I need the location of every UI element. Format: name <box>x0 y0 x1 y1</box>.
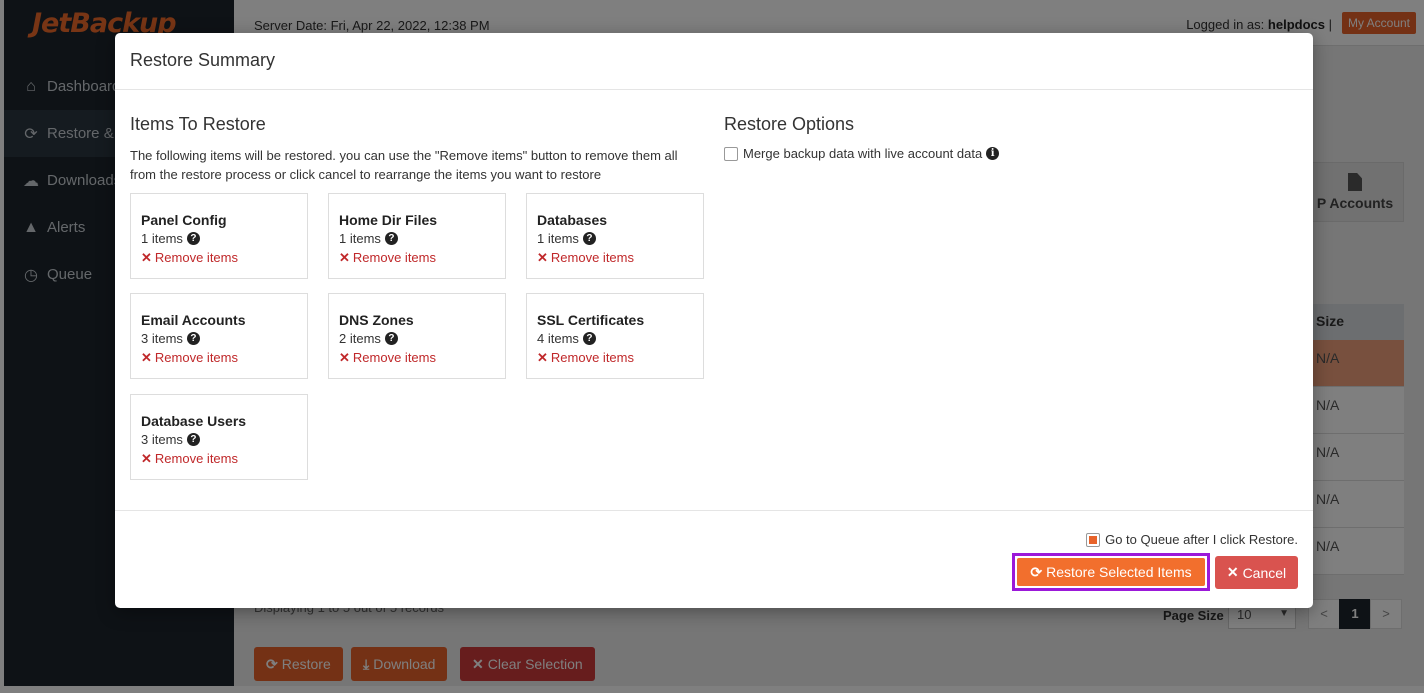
modal-header: Restore Summary <box>115 33 1313 90</box>
restore-card-panel-config: Panel Config 1 items? ✕ Remove items <box>130 193 308 279</box>
remove-items-link[interactable]: ✕ Remove items <box>141 349 307 366</box>
card-count: 3 items? <box>141 330 307 347</box>
restore-selected-items-button[interactable]: ⟳ Restore Selected Items <box>1017 558 1205 586</box>
close-icon: ✕ <box>1226 564 1239 580</box>
question-icon[interactable]: ? <box>186 433 200 446</box>
queue-checkbox[interactable] <box>1086 532 1101 547</box>
count-text: 4 items <box>537 331 579 346</box>
restore-card-databases: Databases 1 items? ✕ Remove items <box>526 193 704 279</box>
remove-label: Remove items <box>550 250 634 265</box>
queue-label: Go to Queue after I click Restore. <box>1105 532 1298 547</box>
modal-footer: Go to Queue after I click Restore. ⟳ Res… <box>115 510 1313 608</box>
close-icon: ✕ <box>339 250 350 265</box>
card-count: 4 items? <box>537 330 703 347</box>
merge-checkbox[interactable] <box>724 146 738 161</box>
remove-items-link[interactable]: ✕ Remove items <box>339 349 505 366</box>
count-text: 3 items <box>141 331 183 346</box>
close-icon: ✕ <box>537 250 548 265</box>
question-icon[interactable]: ? <box>384 232 398 245</box>
count-text: 1 items <box>339 231 381 246</box>
merge-option: Merge backup data with live account data… <box>724 146 1000 161</box>
modal-body: Items To Restore The following items wil… <box>115 90 1313 510</box>
options-heading: Restore Options <box>724 114 855 134</box>
cancel-label: Cancel <box>1242 564 1287 581</box>
remove-items-link[interactable]: ✕ Remove items <box>141 249 307 266</box>
card-title: DNS Zones <box>339 312 414 328</box>
remove-label: Remove items <box>352 350 436 365</box>
card-count: 3 items? <box>141 431 307 448</box>
restore-selected-label: Restore Selected Items <box>1046 564 1192 580</box>
remove-label: Remove items <box>154 350 238 365</box>
count-text: 2 items <box>339 331 381 346</box>
restore-card-ssl-certificates: SSL Certificates 4 items? ✕ Remove items <box>526 293 704 379</box>
count-text: 1 items <box>537 231 579 246</box>
items-heading: Items To Restore <box>130 114 266 134</box>
question-icon[interactable]: ? <box>384 332 398 345</box>
remove-items-link[interactable]: ✕ Remove items <box>537 249 703 266</box>
remove-label: Remove items <box>550 350 634 365</box>
intro-text: The following items will be restored. yo… <box>130 148 678 182</box>
modal-title: Restore Summary <box>130 50 276 70</box>
card-count: 1 items? <box>339 230 505 247</box>
remove-label: Remove items <box>352 250 436 265</box>
card-title: Email Accounts <box>141 312 246 328</box>
remove-items-link[interactable]: ✕ Remove items <box>141 450 307 467</box>
count-text: 3 items <box>141 432 183 447</box>
remove-items-link[interactable]: ✕ Remove items <box>339 249 505 266</box>
queue-option: Go to Queue after I click Restore. <box>1086 532 1298 547</box>
restore-button-highlight: ⟳ Restore Selected Items <box>1012 553 1210 591</box>
card-title: Databases <box>537 212 608 228</box>
close-icon: ✕ <box>141 350 152 365</box>
card-count: 2 items? <box>339 330 505 347</box>
card-title: SSL Certificates <box>537 312 645 328</box>
remove-label: Remove items <box>154 250 238 265</box>
card-count: 1 items? <box>141 230 307 247</box>
card-title: Database Users <box>141 413 247 429</box>
close-icon: ✕ <box>141 250 152 265</box>
close-icon: ✕ <box>537 350 548 365</box>
close-icon: ✕ <box>339 350 350 365</box>
restore-card-home-dir-files: Home Dir Files 1 items? ✕ Remove items <box>328 193 506 279</box>
question-icon[interactable]: ? <box>186 232 200 245</box>
question-icon[interactable]: ? <box>186 332 200 345</box>
cancel-button[interactable]: ✕ Cancel <box>1215 556 1298 589</box>
count-text: 1 items <box>141 231 183 246</box>
card-count: 1 items? <box>537 230 703 247</box>
merge-label: Merge backup data with live account data <box>743 146 983 161</box>
question-icon[interactable]: ? <box>582 232 596 245</box>
restore-card-email-accounts: Email Accounts 3 items? ✕ Remove items <box>130 293 308 379</box>
restore-card-dns-zones: DNS Zones 2 items? ✕ Remove items <box>328 293 506 379</box>
question-icon[interactable]: ? <box>582 332 596 345</box>
refresh-icon: ⟳ <box>1030 563 1043 580</box>
remove-items-link[interactable]: ✕ Remove items <box>537 349 703 366</box>
close-icon: ✕ <box>141 451 152 466</box>
info-icon[interactable]: i <box>986 147 1000 160</box>
restore-card-database-users: Database Users 3 items? ✕ Remove items <box>130 394 308 480</box>
remove-label: Remove items <box>154 451 238 466</box>
card-title: Panel Config <box>141 212 227 228</box>
restore-summary-modal: Restore Summary Items To Restore The fol… <box>115 33 1313 608</box>
card-title: Home Dir Files <box>339 212 438 228</box>
